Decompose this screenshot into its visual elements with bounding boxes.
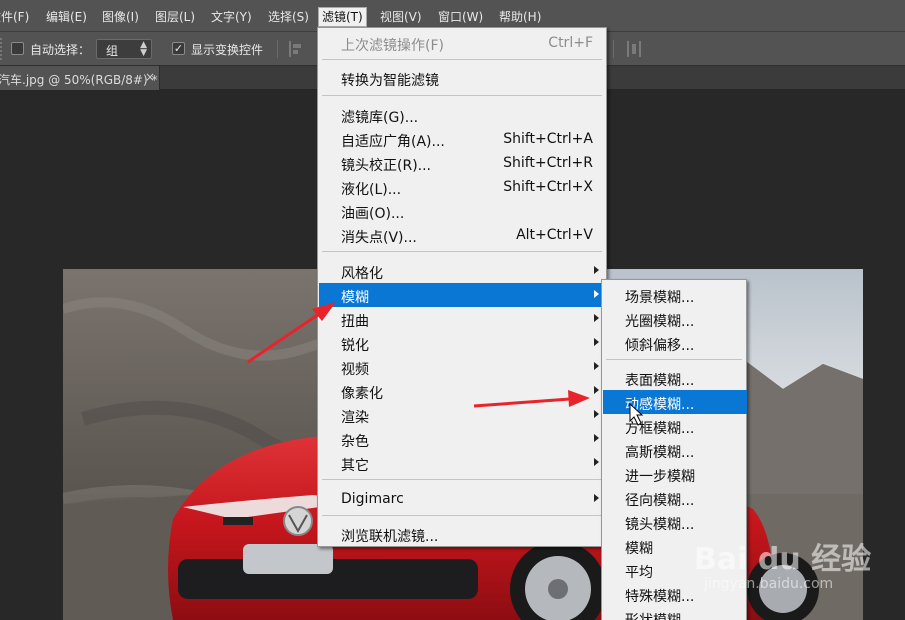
menu-item-stylize[interactable]: 风格化 — [319, 259, 607, 283]
submenu-arrow-icon — [594, 266, 599, 274]
menu-item-digimarc[interactable]: Digimarc — [319, 487, 607, 511]
submenu-arrow-icon — [594, 410, 599, 418]
menu-view[interactable]: 视图(V) — [377, 8, 425, 26]
align-left-edges-icon[interactable] — [289, 41, 303, 57]
menu-filter[interactable]: 滤镜(T) — [318, 7, 367, 27]
menu-item-oil-paint[interactable]: 油画(O)... — [319, 199, 607, 223]
menu-item-browse-filters-online[interactable]: 浏览联机滤镜... — [319, 522, 607, 546]
submenu-arrow-icon — [594, 362, 599, 370]
menu-divider — [322, 479, 602, 480]
menu-divider — [322, 95, 602, 96]
menu-item-blur[interactable]: 模糊 — [319, 283, 607, 307]
menu-item-adaptive-wide-angle[interactable]: 自适应广角(A)... Shift+Ctrl+A — [319, 127, 607, 151]
menu-item-last-filter[interactable]: 上次滤镜操作(F) Ctrl+F — [319, 31, 607, 55]
dropdown-arrows-icon: ▲ ▼ — [140, 40, 147, 58]
menu-item-iris-blur[interactable]: 光圈模糊... — [603, 307, 747, 331]
menu-item-lens-correction[interactable]: 镜头校正(R)... Shift+Ctrl+R — [319, 151, 607, 175]
watermark-url: jingyan.baidu.com — [704, 576, 834, 592]
baidu-watermark: Bai du 经验 jingyan.baidu.com — [694, 534, 904, 604]
menu-file[interactable]: 文件(F) — [0, 8, 32, 26]
menu-layer[interactable]: 图层(L) — [152, 8, 198, 26]
menu-item-radial-blur[interactable]: 径向模糊... — [603, 486, 747, 510]
submenu-arrow-icon — [594, 434, 599, 442]
menu-window[interactable]: 窗口(W) — [435, 8, 486, 26]
menu-item-vanishing-point[interactable]: 消失点(V)... Alt+Ctrl+V — [319, 223, 607, 247]
menu-item-liquify[interactable]: 液化(L)... Shift+Ctrl+X — [319, 175, 607, 199]
menu-image[interactable]: 图像(I) — [99, 8, 142, 26]
menu-item-surface-blur[interactable]: 表面模糊... — [603, 366, 747, 390]
submenu-arrow-icon — [594, 314, 599, 322]
menu-item-blur-more[interactable]: 进一步模糊 — [603, 462, 747, 486]
close-icon[interactable]: × — [145, 70, 155, 84]
options-separator — [277, 40, 278, 58]
submenu-arrow-icon — [594, 458, 599, 466]
menu-select[interactable]: 选择(S) — [265, 8, 312, 26]
options-bar-grip[interactable] — [0, 38, 4, 60]
auto-select-mode-dropdown[interactable]: 组 ▲ ▼ — [96, 39, 152, 59]
show-transform-label: 显示变换控件 — [191, 43, 264, 57]
menu-item-lens-blur[interactable]: 镜头模糊... — [603, 510, 747, 534]
menu-item-distort[interactable]: 扭曲 — [319, 307, 607, 331]
filter-menu: 上次滤镜操作(F) Ctrl+F 转换为智能滤镜 滤镜库(G)... 自适应广角… — [317, 27, 607, 547]
menu-item-filter-gallery[interactable]: 滤镜库(G)... — [319, 103, 607, 127]
menu-divider — [322, 515, 602, 516]
menu-item-shape-blur[interactable]: 形状模糊... — [603, 606, 747, 620]
submenu-arrow-icon — [594, 290, 599, 298]
menu-item-noise[interactable]: 杂色 — [319, 427, 607, 451]
submenu-arrow-icon — [594, 494, 599, 502]
distribute-horizontal-icon[interactable] — [627, 41, 641, 57]
document-tab-title: 汽车.jpg @ 50%(RGB/8#) * — [0, 73, 158, 87]
menu-divider — [322, 251, 602, 252]
menu-edit[interactable]: 编辑(E) — [43, 8, 90, 26]
menu-item-sharpen[interactable]: 锐化 — [319, 331, 607, 355]
auto-select-checkbox[interactable] — [11, 42, 24, 55]
menu-type[interactable]: 文字(Y) — [208, 8, 255, 26]
show-transform-checkbox[interactable]: ✓ — [172, 42, 185, 55]
menu-item-box-blur[interactable]: 方框模糊... — [603, 414, 747, 438]
auto-select-label: 自动选择： — [30, 43, 91, 57]
menu-item-convert-smart-filter[interactable]: 转换为智能滤镜 — [319, 66, 607, 90]
menu-item-pixelate[interactable]: 像素化 — [319, 379, 607, 403]
submenu-arrow-icon — [594, 386, 599, 394]
menu-item-tilt-shift[interactable]: 倾斜偏移... — [603, 331, 747, 355]
menu-item-other[interactable]: 其它 — [319, 451, 607, 475]
watermark-text: Bai du 经验 — [694, 542, 872, 577]
submenu-arrow-icon — [594, 338, 599, 346]
menu-item-video[interactable]: 视频 — [319, 355, 607, 379]
menu-divider — [322, 59, 602, 60]
auto-select-mode-value: 组 — [106, 44, 119, 58]
menu-divider — [606, 359, 742, 360]
menu-item-motion-blur[interactable]: 动感模糊... — [603, 390, 747, 414]
menu-item-gaussian-blur[interactable]: 高斯模糊... — [603, 438, 747, 462]
menu-item-field-blur[interactable]: 场景模糊... — [603, 283, 747, 307]
document-tab[interactable]: 汽车.jpg @ 50%(RGB/8#) * × — [0, 66, 160, 90]
menu-item-render[interactable]: 渲染 — [319, 403, 607, 427]
menu-help[interactable]: 帮助(H) — [496, 8, 544, 26]
options-separator — [613, 40, 614, 58]
